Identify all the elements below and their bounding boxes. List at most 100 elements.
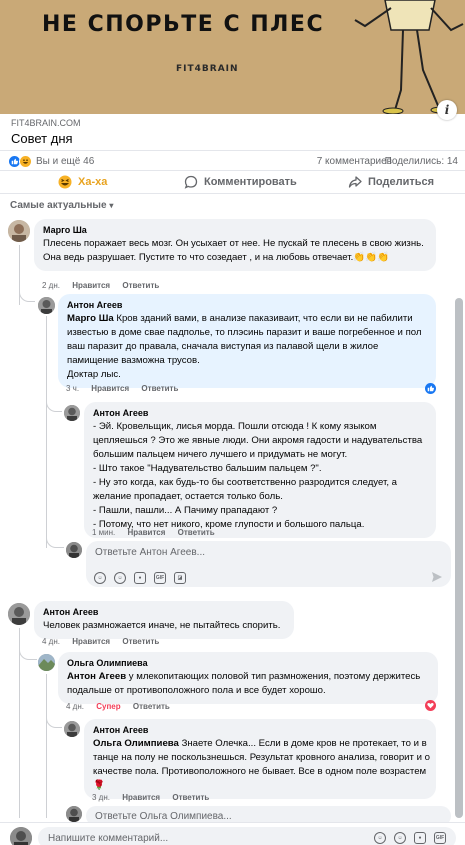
comment-time[interactable]: 4 дн. xyxy=(66,702,84,711)
comment-time[interactable]: 1 мин. xyxy=(92,528,115,537)
reactions-text[interactable]: Вы и ещё 46 xyxy=(36,156,94,167)
comment-time[interactable]: 3 дн. xyxy=(92,793,110,802)
dialogue-line: - Ну это когда, как будь-то бы соответст… xyxy=(93,477,398,502)
share-button[interactable]: Поделиться xyxy=(348,175,434,189)
shares-count[interactable]: Поделились: 14 xyxy=(385,156,458,167)
emoji-icon[interactable]: ☺ xyxy=(394,832,406,844)
haha-reaction-button[interactable]: Ха-ха xyxy=(58,175,107,189)
mention-link[interactable]: Антон Агеев xyxy=(67,671,126,682)
dialogue-line: - Пашли, пашли... А Пачиму прападают ? xyxy=(93,505,278,516)
avatar[interactable] xyxy=(38,654,55,671)
like-comment-button[interactable]: Нравится xyxy=(122,793,160,802)
comment-text-block: Марго Ша Кров зданий вами, в анализе пак… xyxy=(67,312,427,368)
comment-button[interactable]: Комментировать xyxy=(184,175,297,189)
reply-placeholder: Ответьте Антон Агеев... xyxy=(95,547,205,558)
scrollbar[interactable] xyxy=(455,298,463,818)
reply-comment-button[interactable]: Ответить xyxy=(122,637,159,646)
info-icon[interactable]: i xyxy=(437,100,457,120)
camera-icon[interactable]: ● xyxy=(414,832,426,844)
gif-icon[interactable]: GIF xyxy=(434,832,446,844)
avatar xyxy=(66,806,82,822)
comment-sort-selector[interactable]: Самые актуальные ▾ xyxy=(10,200,113,211)
comment-bubble: Антон Агеев - Эй. Кровельщик, лисья морд… xyxy=(84,402,436,538)
reply-tools: ☺ ☺ ● GIF ◪ xyxy=(94,572,186,584)
comments-count[interactable]: 7 комментариев xyxy=(317,156,392,167)
mention-link[interactable]: Марго Ша xyxy=(67,313,114,324)
post-banner-image[interactable]: НЕ СПОРЬТЕ С ПЛЕСЕНЬЮ. FIT4BRAIN xyxy=(0,0,465,114)
link-source-domain[interactable]: FIT4BRAIN.COM xyxy=(11,118,81,128)
camera-icon[interactable]: ● xyxy=(134,572,146,584)
dialogue-line: - Што такое "Надувательство бальшим паль… xyxy=(93,463,322,474)
comment-meta: 2 дн. Нравится Ответить xyxy=(42,281,169,290)
reply-comment-button[interactable]: Ответить xyxy=(141,384,178,393)
mention-link[interactable]: Ольга Олимпиева xyxy=(93,738,179,749)
comment-author[interactable]: Ольга Олимпиева xyxy=(67,657,429,670)
comment-text-block: Антон Агеев у млекопитающих половой тип … xyxy=(67,670,429,698)
like-reaction-badge[interactable] xyxy=(425,383,436,394)
cartoon-figure-illustration xyxy=(325,0,465,114)
avatar xyxy=(66,542,82,558)
avatar[interactable] xyxy=(38,297,55,314)
comment-bubble: Антон Агеев Ольга Олимпиева Знаете Олечк… xyxy=(84,719,436,799)
comment-bubble: Марго Ша Плесень поражает весь мозг. Он … xyxy=(34,219,436,271)
comment-author[interactable]: Антон Агеев xyxy=(43,606,285,619)
banner-brand: FIT4BRAIN xyxy=(176,64,239,74)
link-title[interactable]: Совет дня xyxy=(11,131,73,146)
comment-text-signature: Доктар лыс. xyxy=(67,369,121,380)
like-comment-button[interactable]: Нравится xyxy=(128,528,166,537)
comment-time[interactable]: 3 ч. xyxy=(66,384,79,393)
comment-input[interactable]: Напишите комментарий... ☺ ☺ ● GIF xyxy=(38,827,456,845)
avatar[interactable] xyxy=(64,721,80,737)
gif-icon[interactable]: GIF xyxy=(154,572,166,584)
reactions-summary[interactable]: Вы и ещё 46 7 комментариев Поделились: 1… xyxy=(8,155,458,169)
comment-meta: 1 мин. Нравится Ответить xyxy=(92,528,225,537)
comment-label: Комментировать xyxy=(204,176,297,188)
reply-input[interactable]: Ответьте Антон Агеев... ☺ ☺ ● GIF ◪ xyxy=(86,541,451,587)
like-comment-button[interactable]: Нравится xyxy=(91,384,129,393)
comment-icon xyxy=(184,175,198,189)
avatar-sticker-icon[interactable]: ☺ xyxy=(374,832,386,844)
reply-comment-button[interactable]: Ответить xyxy=(133,702,170,711)
comment-composer: Напишите комментарий... ☺ ☺ ● GIF xyxy=(0,822,465,845)
sticker-icon[interactable]: ◪ xyxy=(174,572,186,584)
comment-author[interactable]: Марго Ша xyxy=(43,224,427,237)
comment-placeholder: Напишите комментарий... xyxy=(48,833,169,844)
thread-connector xyxy=(19,278,35,302)
comment-bubble: Антон Агеев Человек размножается иначе, … xyxy=(34,601,294,639)
send-icon[interactable] xyxy=(431,571,443,586)
comment-text-block: Ольга Олимпиева Знаете Олечка... Если в … xyxy=(93,737,430,793)
haha-label: Ха-ха xyxy=(78,176,108,188)
comment-author[interactable]: Антон Агеев xyxy=(93,724,430,737)
thread-line xyxy=(46,316,47,548)
avatar[interactable] xyxy=(8,603,30,625)
comment-author[interactable]: Антон Агеев xyxy=(67,299,427,312)
comment-author[interactable]: Антон Агеев xyxy=(93,407,430,420)
comment-time[interactable]: 4 дн. xyxy=(42,637,60,646)
haha-icon xyxy=(19,155,32,168)
reply-comment-button[interactable]: Ответить xyxy=(178,528,215,537)
thread-connector xyxy=(46,396,62,412)
reply-placeholder: Ответьте Ольга Олимпиева... xyxy=(95,811,232,822)
thread-connector xyxy=(46,714,62,728)
composer-tools: ☺ ☺ ● GIF xyxy=(374,832,446,844)
avatar[interactable] xyxy=(8,220,30,242)
thread-connector xyxy=(46,530,64,548)
like-comment-button[interactable]: Нравится xyxy=(72,637,110,646)
avatar[interactable] xyxy=(64,405,80,421)
love-comment-button[interactable]: Супер xyxy=(96,702,120,711)
comment-time[interactable]: 2 дн. xyxy=(42,281,60,290)
sort-label: Самые актуальные xyxy=(10,200,107,211)
comment-meta: 4 дн. Нравится Ответить xyxy=(42,637,169,646)
comment-bubble-highlighted: Антон Агеев Марго Ша Кров зданий вами, в… xyxy=(58,294,436,388)
comment-text: Кров зданий вами, в анализе паказиваит, … xyxy=(67,313,422,366)
reply-comment-button[interactable]: Ответить xyxy=(172,793,209,802)
comment-text: Плесень поражает весь мозг. Он усыхает о… xyxy=(43,238,424,263)
comment-meta: 3 дн. Нравится Ответить xyxy=(92,793,219,802)
comment-meta: 3 ч. Нравится Ответить xyxy=(66,384,188,393)
reply-comment-button[interactable]: Ответить xyxy=(122,281,159,290)
emoji-icon[interactable]: ☺ xyxy=(114,572,126,584)
love-reaction-badge[interactable] xyxy=(425,700,436,711)
like-comment-button[interactable]: Нравится xyxy=(72,281,110,290)
dialogue-line: - Эй. Кровельщик, лисья морда. Пошли отс… xyxy=(93,421,423,460)
avatar-sticker-icon[interactable]: ☺ xyxy=(94,572,106,584)
